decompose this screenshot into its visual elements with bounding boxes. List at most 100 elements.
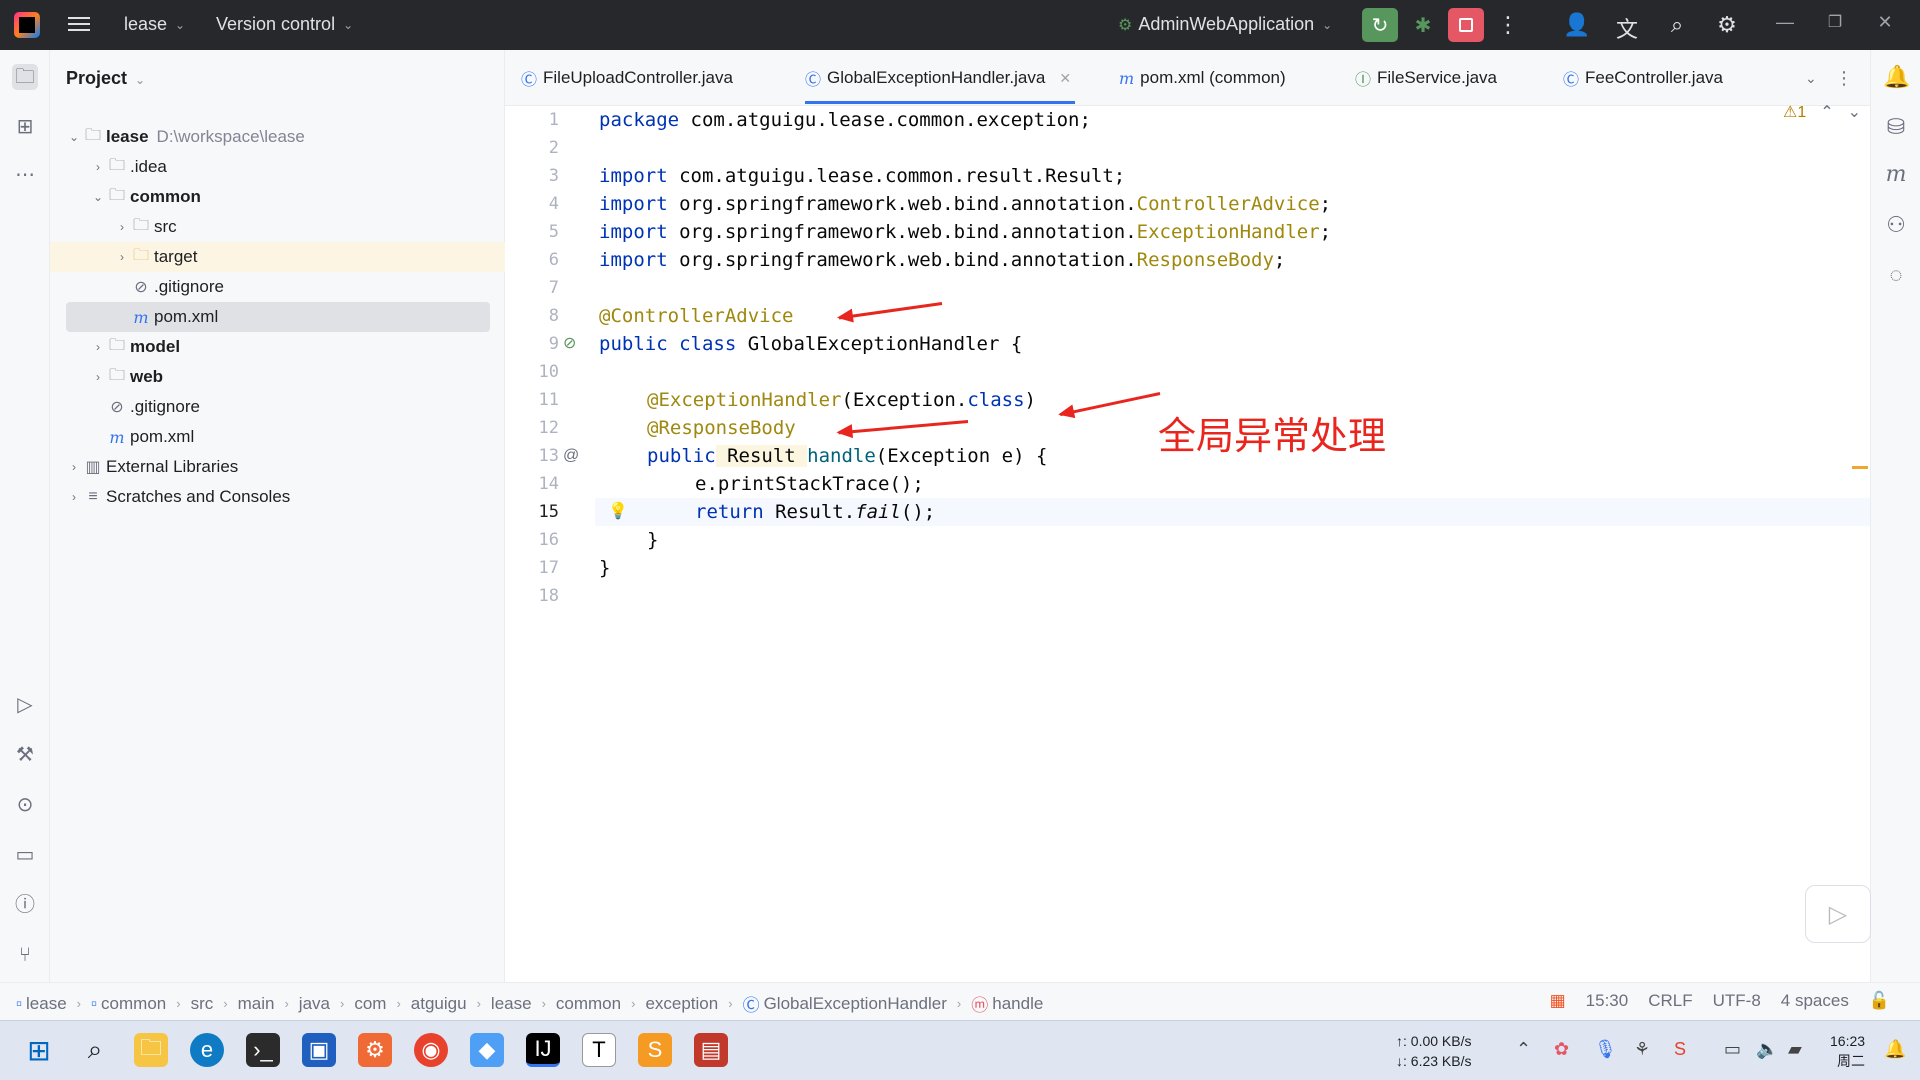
line-separator[interactable]: CRLF (1648, 991, 1692, 1011)
tree-item-scratches[interactable]: › ≡ Scratches and Consoles (50, 482, 505, 512)
problems-tool-icon[interactable]: ⓘ (12, 892, 38, 918)
run-tool-icon[interactable]: ▷ (12, 692, 38, 718)
breadcrumb-item[interactable]: ⓜ handle (971, 991, 1043, 1016)
version-control-menu[interactable]: Version control ⌄ (216, 14, 353, 35)
system-clock[interactable]: 16:23 周二 (1830, 1031, 1865, 1071)
tray-app-icon[interactable]: ⚘ (1634, 1039, 1650, 1060)
chrome-icon[interactable]: ◉ (414, 1033, 448, 1067)
tab-file-upload-controller[interactable]: Ⓒ FileUploadController.java (521, 50, 733, 106)
tree-item-pom-xml-selected[interactable]: m pom.xml (66, 302, 490, 332)
breadcrumb-item[interactable]: Ⓒ GlobalExceptionHandler › (743, 991, 972, 1016)
project-selector[interactable]: lease ⌄ (124, 14, 185, 35)
tab-pom-xml-common[interactable]: m pom.xml (common) (1119, 50, 1286, 106)
tray-app-icon[interactable]: S (1674, 1039, 1686, 1060)
tree-item-model[interactable]: › 🗀 model (50, 332, 505, 362)
more-actions-icon[interactable]: ⋮ (1493, 12, 1523, 38)
tree-item-web[interactable]: › 🗀 web (50, 362, 505, 392)
tree-item-target[interactable]: › 🗀 target (50, 242, 505, 272)
tabs-more-icon[interactable]: ⋮ (1835, 50, 1853, 106)
tabs-dropdown-icon[interactable]: ⌄ (1805, 50, 1817, 106)
notifications-icon[interactable]: 🔔 (1883, 64, 1910, 90)
edge-browser-icon[interactable]: e (190, 1033, 224, 1067)
database-icon[interactable]: ⛁ (1883, 114, 1909, 140)
plugin-windows-icon[interactable]: ▦ (1550, 991, 1566, 1011)
services-tool-icon[interactable]: ⊙ (12, 792, 38, 818)
tree-item-gitignore-root[interactable]: ⊘ .gitignore (50, 392, 505, 422)
rerun-button[interactable]: ↻ (1362, 8, 1398, 42)
tree-item-pom-xml-root[interactable]: m pom.xml (50, 422, 505, 452)
restore-icon[interactable]: ❐ (1820, 12, 1850, 32)
minimize-icon[interactable]: — (1770, 12, 1800, 33)
project-tool-icon[interactable]: 🗀 (12, 64, 38, 90)
battery-icon[interactable]: ▰ (1788, 1039, 1802, 1060)
file-encoding[interactable]: UTF-8 (1713, 991, 1761, 1011)
breadcrumb-item[interactable]: atguigu › (411, 991, 491, 1016)
windows-start-icon[interactable]: ⊞ (22, 1033, 56, 1067)
typora-icon[interactable]: T (582, 1033, 616, 1067)
spring-bean-icon[interactable]: ⊘ (563, 330, 576, 358)
build-tool-icon[interactable]: ⚒ (12, 742, 38, 768)
breadcrumb-item[interactable]: exception › (645, 991, 742, 1016)
display-icon[interactable]: ▭ (1724, 1039, 1741, 1060)
warning-indicator[interactable]: ⚠1 ⌃ ⌄ (1783, 102, 1861, 122)
terminal-icon[interactable]: ›_ (246, 1033, 280, 1067)
chevron-up-icon[interactable]: ⌃ (1516, 1039, 1531, 1060)
project-panel-title[interactable]: Project ⌄ (66, 68, 145, 89)
terminal-tool-icon[interactable]: ▭ (12, 842, 38, 868)
more-tools-icon[interactable]: ⋯ (12, 162, 38, 188)
sublime-icon[interactable]: S (638, 1033, 672, 1067)
maven-icon[interactable]: m (1883, 162, 1909, 187)
tree-item-src[interactable]: › 🗀 src (50, 212, 505, 242)
collapsed-arrow-icon[interactable]: › (114, 250, 130, 264)
search-icon[interactable]: ⌕ (78, 1033, 112, 1067)
git-tool-icon[interactable]: ⑂ (12, 942, 38, 968)
volume-icon[interactable]: 🔈 (1756, 1039, 1778, 1060)
lightbulb-icon[interactable]: 💡 (608, 498, 628, 526)
next-highlight-icon[interactable]: ⌄ (1848, 104, 1861, 121)
breadcrumb-item[interactable]: java › (299, 991, 355, 1016)
tree-item-lease[interactable]: ⌄ 🗀 lease D:\workspace\lease (50, 122, 505, 152)
collapsed-arrow-icon[interactable]: › (90, 160, 106, 174)
prev-highlight-icon[interactable]: ⌃ (1820, 104, 1833, 121)
collapsed-arrow-icon[interactable]: › (66, 460, 82, 474)
settings-gear-icon[interactable]: ⚙ (1712, 12, 1742, 38)
tab-global-exception-handler[interactable]: Ⓒ GlobalExceptionHandler.java ✕ (805, 50, 1076, 106)
code-with-me-icon[interactable]: 👤 (1562, 12, 1592, 38)
expanded-arrow-icon[interactable]: ⌄ (66, 130, 82, 144)
breadcrumb-item[interactable]: src › (191, 991, 238, 1016)
structure-icon[interactable]: ⚇ (1883, 212, 1909, 238)
app-icon[interactable]: ▤ (694, 1033, 728, 1067)
collapsed-arrow-icon[interactable]: › (90, 340, 106, 354)
breadcrumb-item[interactable]: ▫ lease › (16, 991, 91, 1016)
breadcrumb-item[interactable]: main › (238, 991, 299, 1016)
intellij-logo-icon[interactable] (14, 12, 40, 38)
tree-item-common[interactable]: ⌄ 🗀 common (50, 182, 505, 212)
collapsed-arrow-icon[interactable]: › (90, 370, 106, 384)
microphone-icon[interactable]: 🎙 (1594, 1039, 1617, 1060)
code-editor[interactable]: 1 2 3 4 5 6 7 8 9 10 11 12 13 14 15 16 1… (505, 104, 1870, 982)
ai-assistant-icon[interactable]: ◌ (1883, 262, 1909, 288)
tree-item-external-libraries[interactable]: › ▥ External Libraries (50, 452, 505, 482)
mapping-icon[interactable]: @ (563, 442, 579, 470)
breadcrumb-item[interactable]: common › (556, 991, 646, 1016)
tray-app-icon[interactable]: ✿ (1554, 1039, 1569, 1060)
main-menu-icon[interactable] (68, 13, 90, 35)
lock-icon[interactable]: 🔓 (1869, 991, 1890, 1011)
stop-button[interactable] (1448, 8, 1484, 42)
tab-file-service[interactable]: Ⓘ FileService.java (1355, 50, 1497, 106)
collapsed-arrow-icon[interactable]: › (66, 490, 82, 504)
close-window-icon[interactable]: ✕ (1870, 12, 1900, 33)
tree-item-gitignore[interactable]: ⊘ .gitignore (50, 272, 505, 302)
structure-tool-icon[interactable]: ⊞ (12, 114, 38, 140)
intellij-icon[interactable]: IJ (526, 1033, 560, 1067)
tree-item-idea[interactable]: › 🗀 .idea (50, 152, 505, 182)
app-icon[interactable]: ◆ (470, 1033, 504, 1067)
notification-bell-icon[interactable]: 🔔 (1884, 1039, 1906, 1060)
translate-icon[interactable]: 文 (1612, 12, 1642, 44)
breadcrumb-item[interactable]: lease › (491, 991, 556, 1016)
store-icon[interactable]: ▣ (302, 1033, 336, 1067)
tab-fee-controller[interactable]: Ⓒ FeeController.java (1563, 50, 1723, 106)
breadcrumb-item[interactable]: com › (354, 991, 410, 1016)
video-play-button[interactable]: ▷ (1805, 885, 1871, 943)
file-explorer-icon[interactable]: 🗀 (134, 1033, 168, 1067)
